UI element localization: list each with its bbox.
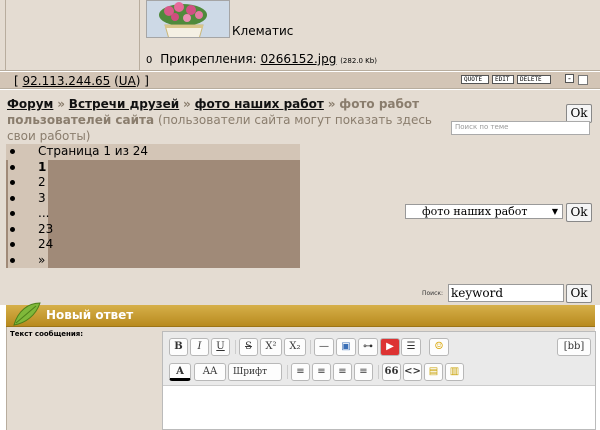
toolbar-separator	[310, 340, 311, 354]
superscript-button[interactable]: X²	[260, 338, 282, 356]
bullet-icon	[10, 257, 15, 263]
breadcrumb: Форум » Встречи друзей » фото наших рабо…	[7, 96, 447, 144]
attachments-label: Прикрепления:	[160, 52, 257, 66]
reply-panel-title: Новый ответ	[46, 308, 134, 322]
editor-toolbar: B I U S X² X₂ — ▣ ⊶ ▶ ☰ ☺ [bb] A AA Шриф…	[163, 332, 595, 386]
breadcrumb-subforum[interactable]: фото наших работ	[195, 97, 324, 111]
poster-ip: [ 92.113.244.65 (UA) ]	[14, 74, 149, 88]
toolbar-separator	[378, 365, 379, 379]
dropdown-arrow-icon: ▼	[551, 207, 558, 216]
text-color-button[interactable]: A	[169, 363, 191, 381]
post-body: Клематис 0 Прикрепления: 0266152.jpg (28…	[0, 0, 600, 71]
post-author-column	[0, 0, 140, 71]
bullet-icon	[10, 180, 15, 185]
attachments-row: 0 Прикрепления: 0266152.jpg (282.0 Kb)	[146, 52, 377, 66]
bullet-icon	[10, 211, 15, 216]
pagination-label: »	[38, 252, 46, 267]
italic-button[interactable]: I	[190, 338, 209, 356]
collapse-post-button[interactable]: -	[565, 74, 574, 83]
country-open: (	[110, 74, 119, 88]
align-center-button[interactable]: ≡	[312, 363, 331, 381]
subscript-button[interactable]: X₂	[284, 338, 306, 356]
pagination-label: Страница 1 из 24	[38, 144, 149, 158]
keyword-search-label: Поиск:	[422, 290, 444, 297]
pagination-label: 1	[38, 159, 47, 174]
align-justify-button[interactable]: ≡	[354, 363, 373, 381]
flower-pot-image	[147, 1, 229, 37]
pagination-label: 24	[38, 237, 54, 251]
underline-button[interactable]: U	[211, 338, 230, 356]
keyword-search-ok-button[interactable]: Ok	[566, 284, 592, 303]
strikethrough-button[interactable]: S	[239, 338, 258, 356]
align-left-button[interactable]: ≡	[291, 363, 310, 381]
quote-insert-button[interactable]: 66	[382, 363, 401, 381]
edit-button[interactable]: EDIT	[492, 75, 514, 84]
reply-panel-header: Новый ответ	[6, 302, 595, 327]
hide-text-icon[interactable]: ▥	[445, 363, 464, 381]
ip-bracket-close: ) ]	[135, 74, 149, 88]
pagination-label: 23	[38, 221, 54, 236]
breadcrumb-section[interactable]: Встречи друзей	[69, 97, 179, 111]
paperclip-icon: 0	[146, 55, 153, 66]
breadcrumb-forum[interactable]: Форум	[7, 97, 53, 111]
forum-jump-selected: фото наших работ	[422, 205, 528, 218]
pagination-label: ...	[38, 206, 50, 220]
link-button[interactable]: ⊶	[358, 338, 378, 356]
forum-navigation-area: Форум » Встречи друзей » фото наших рабо…	[0, 90, 600, 305]
code-button[interactable]: <>	[403, 363, 422, 381]
image-button[interactable]: ▣	[336, 338, 356, 356]
font-size-select[interactable]: AA	[194, 363, 226, 381]
list-button[interactable]: ☰	[401, 338, 421, 356]
ip-bracket-open: [	[14, 74, 23, 88]
smile-icon[interactable]: ☺	[429, 338, 449, 356]
bullet-icon	[10, 195, 15, 201]
horizontal-rule-button[interactable]: —	[314, 338, 334, 356]
bullet-icon	[10, 149, 15, 154]
attached-photo-thumbnail[interactable]	[146, 0, 230, 38]
keyword-search-input[interactable]: keyword	[448, 284, 564, 302]
quote-button[interactable]: QUOTE	[461, 75, 489, 84]
bullet-icon	[10, 242, 15, 247]
breadcrumb-separator: »	[183, 97, 191, 111]
message-text-label: Текст сообщения:	[10, 330, 84, 338]
pagination-label: 3	[38, 190, 46, 205]
ip-address-link[interactable]: 92.113.244.65	[23, 74, 111, 88]
reply-form: Текст сообщения: B I U S X² X₂ — ▣ ⊶ ▶ ☰…	[6, 327, 596, 430]
toolbar-separator	[287, 365, 288, 379]
align-right-button[interactable]: ≡	[333, 363, 352, 381]
attachment-link[interactable]: 0266152.jpg	[261, 52, 337, 66]
photo-caption: Клематис	[232, 24, 294, 38]
topic-search-input[interactable]: Поиск по теме	[451, 121, 590, 135]
select-post-checkbox[interactable]	[578, 75, 588, 85]
breadcrumb-separator: »	[327, 97, 336, 111]
pagination-label: 2	[38, 175, 46, 189]
bbcode-toggle-button[interactable]: [bb]	[557, 338, 591, 356]
toolbar-separator	[235, 340, 236, 354]
country-link[interactable]: UA	[119, 74, 136, 88]
delete-button[interactable]: DELETE	[517, 75, 551, 84]
forum-jump-ok-button[interactable]: Ok	[566, 203, 592, 222]
forum-jump-select[interactable]: фото наших работ ▼	[405, 204, 563, 219]
bullet-icon	[10, 226, 15, 232]
attachment-size: (282.0 Kb)	[340, 57, 377, 65]
post-footer-bar: [ 92.113.244.65 (UA) ] QUOTE EDIT DELETE…	[0, 71, 600, 89]
message-editor[interactable]: B I U S X² X₂ — ▣ ⊶ ▶ ☰ ☺ [bb] A AA Шриф…	[162, 331, 596, 430]
leaf-icon	[13, 302, 41, 326]
bold-button[interactable]: B	[169, 338, 188, 356]
font-family-select[interactable]: Шрифт	[228, 363, 282, 381]
pagination: Страница 1 из 24 1 2 3... 23 24»	[6, 144, 300, 268]
bullet-icon	[10, 164, 15, 170]
spoiler-icon[interactable]: ▤	[424, 363, 443, 381]
youtube-button[interactable]: ▶	[380, 338, 400, 356]
breadcrumb-separator: »	[57, 97, 65, 111]
